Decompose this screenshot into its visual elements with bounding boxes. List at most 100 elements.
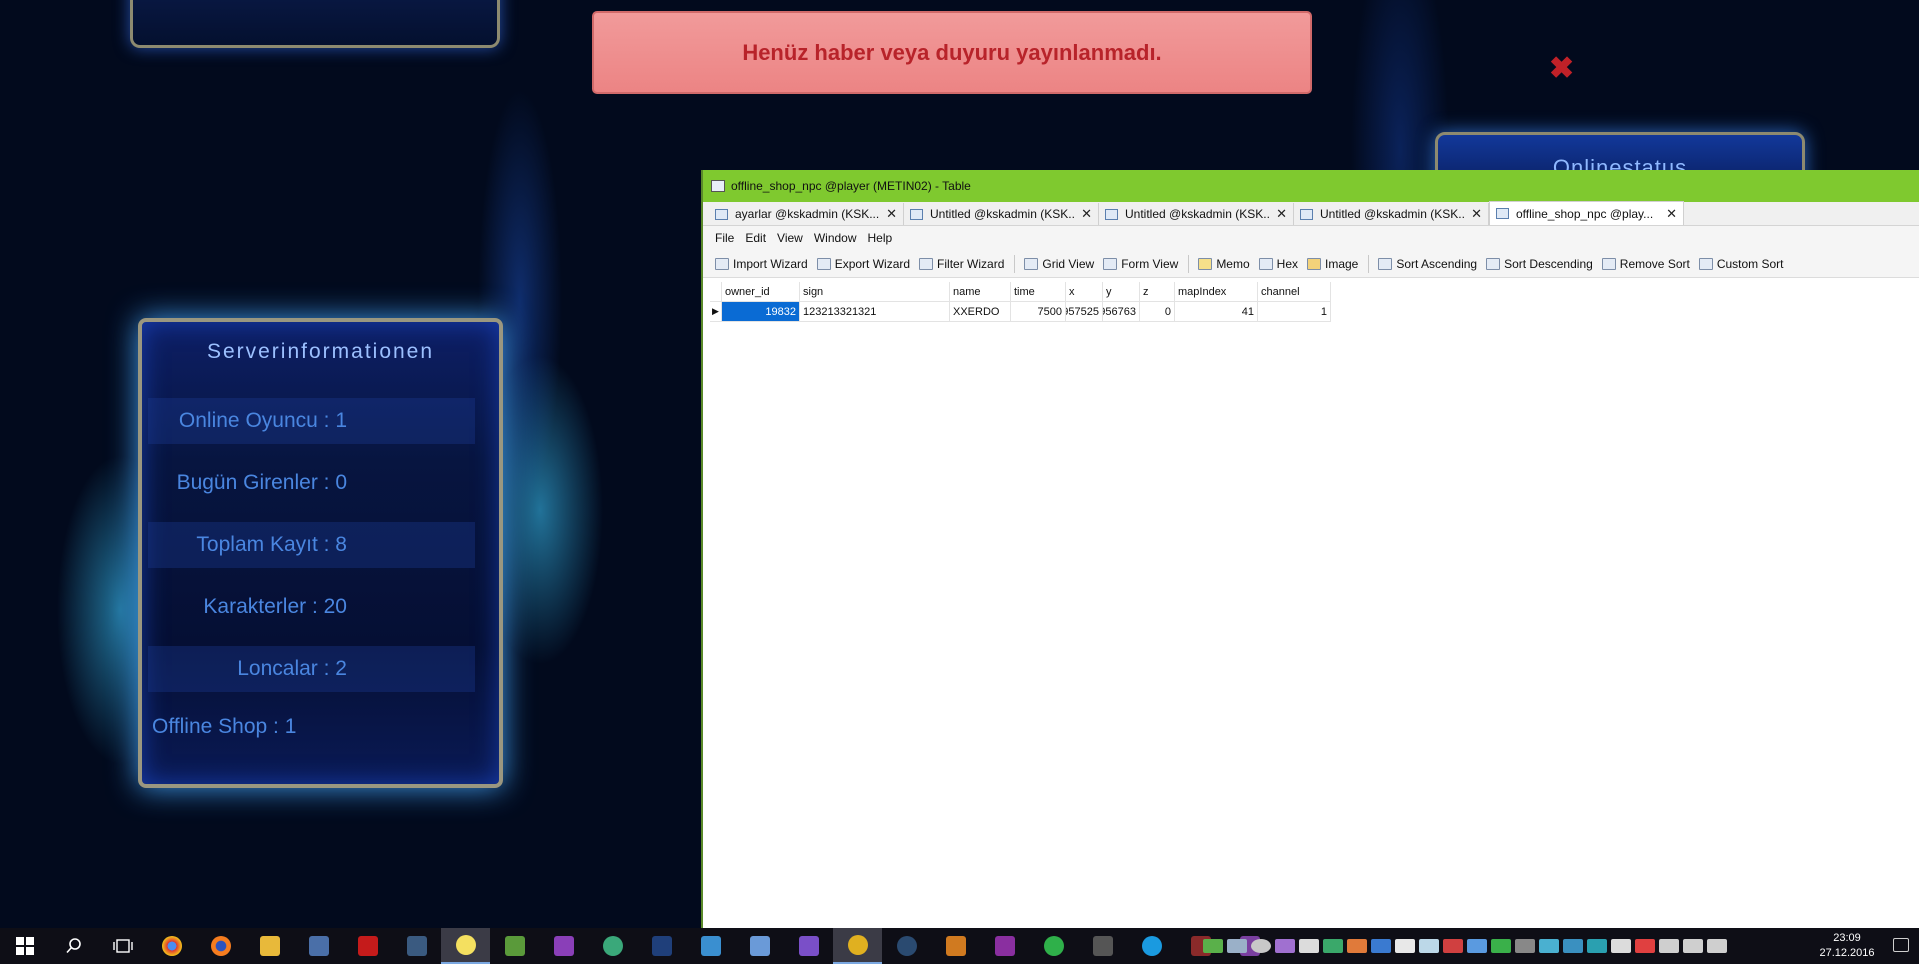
taskbar-app[interactable] <box>343 928 392 964</box>
remove-sort-button[interactable]: Remove Sort <box>1601 257 1690 271</box>
tray-icon[interactable] <box>1371 939 1391 953</box>
tray-icon[interactable] <box>1491 939 1511 953</box>
column-header-z[interactable]: z <box>1140 282 1175 302</box>
column-header-owner-id[interactable]: owner_id <box>722 282 800 302</box>
top-decorative-frame <box>130 0 500 48</box>
cell-y[interactable]: 956763 <box>1103 302 1140 322</box>
taskbar-app[interactable] <box>1127 928 1176 964</box>
column-header-mapindex[interactable]: mapIndex <box>1175 282 1258 302</box>
cell-sign[interactable]: 123213321321 <box>800 302 950 322</box>
tray-icon[interactable] <box>1587 939 1607 953</box>
volume-icon[interactable] <box>1683 939 1703 953</box>
tab-untitled-1[interactable]: Untitled @kskadmin (KSK... ✕ <box>904 203 1099 225</box>
filter-wizard-button[interactable]: Filter Wizard <box>919 257 1004 271</box>
menu-edit[interactable]: Edit <box>745 231 766 245</box>
taskbar-app[interactable] <box>637 928 686 964</box>
custom-sort-button[interactable]: Custom Sort <box>1698 257 1784 271</box>
taskbar-app[interactable] <box>882 928 931 964</box>
taskbar-app[interactable] <box>735 928 784 964</box>
taskbar-app[interactable] <box>686 928 735 964</box>
start-button[interactable] <box>0 928 49 964</box>
taskbar-app-navicat[interactable] <box>441 928 490 964</box>
tab-untitled-3[interactable]: Untitled @kskadmin (KSK... ✕ <box>1294 203 1489 225</box>
tab-untitled-2[interactable]: Untitled @kskadmin (KSK... ✕ <box>1099 203 1294 225</box>
close-icon[interactable]: ✕ <box>1471 206 1482 222</box>
tab-label: Untitled @kskadmin (KSK... <box>1320 207 1466 221</box>
taskbar-app[interactable] <box>539 928 588 964</box>
taskbar-app[interactable] <box>490 928 539 964</box>
column-header-x[interactable]: x <box>1066 282 1103 302</box>
menu-file[interactable]: File <box>715 231 734 245</box>
menu-view[interactable]: View <box>777 231 803 245</box>
tray-icon[interactable] <box>1635 939 1655 953</box>
notification-center-icon[interactable] <box>1893 938 1909 952</box>
taskbar-app[interactable] <box>833 928 882 964</box>
tray-icon[interactable] <box>1299 939 1319 953</box>
tray-icon[interactable] <box>1323 939 1343 953</box>
cell-mapindex[interactable]: 41 <box>1175 302 1258 322</box>
onenote-icon <box>994 936 1015 956</box>
tray-icon[interactable] <box>1515 939 1535 953</box>
tray-icon[interactable] <box>1419 939 1439 953</box>
task-view-button[interactable] <box>98 928 147 964</box>
column-header-sign[interactable]: sign <box>800 282 950 302</box>
column-header-time[interactable]: time <box>1011 282 1066 302</box>
taskbar-app[interactable] <box>294 928 343 964</box>
cell-owner-id[interactable]: 19832 <box>722 302 800 322</box>
cell-name[interactable]: XXERDO <box>950 302 1011 322</box>
taskbar-clock[interactable]: 23:09 27.12.2016 <box>1817 931 1877 961</box>
tray-icon[interactable] <box>1227 939 1247 953</box>
taskbar-app[interactable] <box>931 928 980 964</box>
cell-x[interactable]: 957525 <box>1066 302 1103 322</box>
close-icon[interactable]: ✕ <box>1276 206 1287 222</box>
memo-button[interactable]: Memo <box>1198 257 1250 271</box>
column-header-channel[interactable]: channel <box>1258 282 1331 302</box>
tray-icon[interactable] <box>1275 939 1295 953</box>
menu-window[interactable]: Window <box>814 231 857 245</box>
search-button[interactable] <box>49 928 98 964</box>
tray-icon[interactable] <box>1251 939 1271 953</box>
import-wizard-button[interactable]: Import Wizard <box>715 257 808 271</box>
table-row[interactable]: ▶ 19832 123213321321 XXERDO 7500 957525 … <box>710 302 1331 322</box>
taskbar-app[interactable] <box>1078 928 1127 964</box>
cell-time[interactable]: 7500 <box>1011 302 1066 322</box>
image-button[interactable]: Image <box>1307 257 1358 271</box>
taskbar-app[interactable] <box>980 928 1029 964</box>
tray-icon[interactable] <box>1443 939 1463 953</box>
cell-z[interactable]: 0 <box>1140 302 1175 322</box>
taskbar-app[interactable] <box>147 928 196 964</box>
export-wizard-button[interactable]: Export Wizard <box>816 257 910 271</box>
tray-icon[interactable] <box>1203 939 1223 953</box>
taskbar-app[interactable] <box>1029 928 1078 964</box>
hex-button[interactable]: Hex <box>1258 257 1298 271</box>
close-icon[interactable]: ✕ <box>886 206 897 222</box>
close-x-icon[interactable]: ✖ <box>1549 51 1574 86</box>
tab-ayarlar[interactable]: ayarlar @kskadmin (KSK... ✕ <box>709 203 904 225</box>
tab-offline-shop-npc[interactable]: offline_shop_npc @play... ✕ <box>1489 201 1684 225</box>
column-header-y[interactable]: y <box>1103 282 1140 302</box>
column-header-name[interactable]: name <box>950 282 1011 302</box>
window-title-bar[interactable]: offline_shop_npc @player (METIN02) - Tab… <box>703 170 1919 202</box>
pen-icon[interactable] <box>1707 939 1727 953</box>
form-view-button[interactable]: Form View <box>1103 257 1178 271</box>
taskbar-app[interactable] <box>588 928 637 964</box>
sort-descending-button[interactable]: Sort Descending <box>1486 257 1593 271</box>
taskbar-app[interactable] <box>245 928 294 964</box>
close-icon[interactable]: ✕ <box>1081 206 1092 222</box>
taskbar-app[interactable] <box>196 928 245 964</box>
taskbar-app[interactable] <box>784 928 833 964</box>
tray-icon[interactable] <box>1563 939 1583 953</box>
tray-icon[interactable] <box>1467 939 1487 953</box>
taskbar-app[interactable] <box>392 928 441 964</box>
cloud-icon[interactable] <box>1395 939 1415 953</box>
cell-channel[interactable]: 1 <box>1258 302 1331 322</box>
wifi-icon[interactable] <box>1659 939 1679 953</box>
battery-icon[interactable] <box>1611 939 1631 953</box>
close-icon[interactable]: ✕ <box>1666 206 1677 222</box>
grid-view-button[interactable]: Grid View <box>1024 257 1094 271</box>
tray-icon[interactable] <box>1347 939 1367 953</box>
menu-help[interactable]: Help <box>868 231 893 245</box>
whatsapp-icon <box>1043 936 1064 956</box>
sort-ascending-button[interactable]: Sort Ascending <box>1378 257 1477 271</box>
tray-icon[interactable] <box>1539 939 1559 953</box>
